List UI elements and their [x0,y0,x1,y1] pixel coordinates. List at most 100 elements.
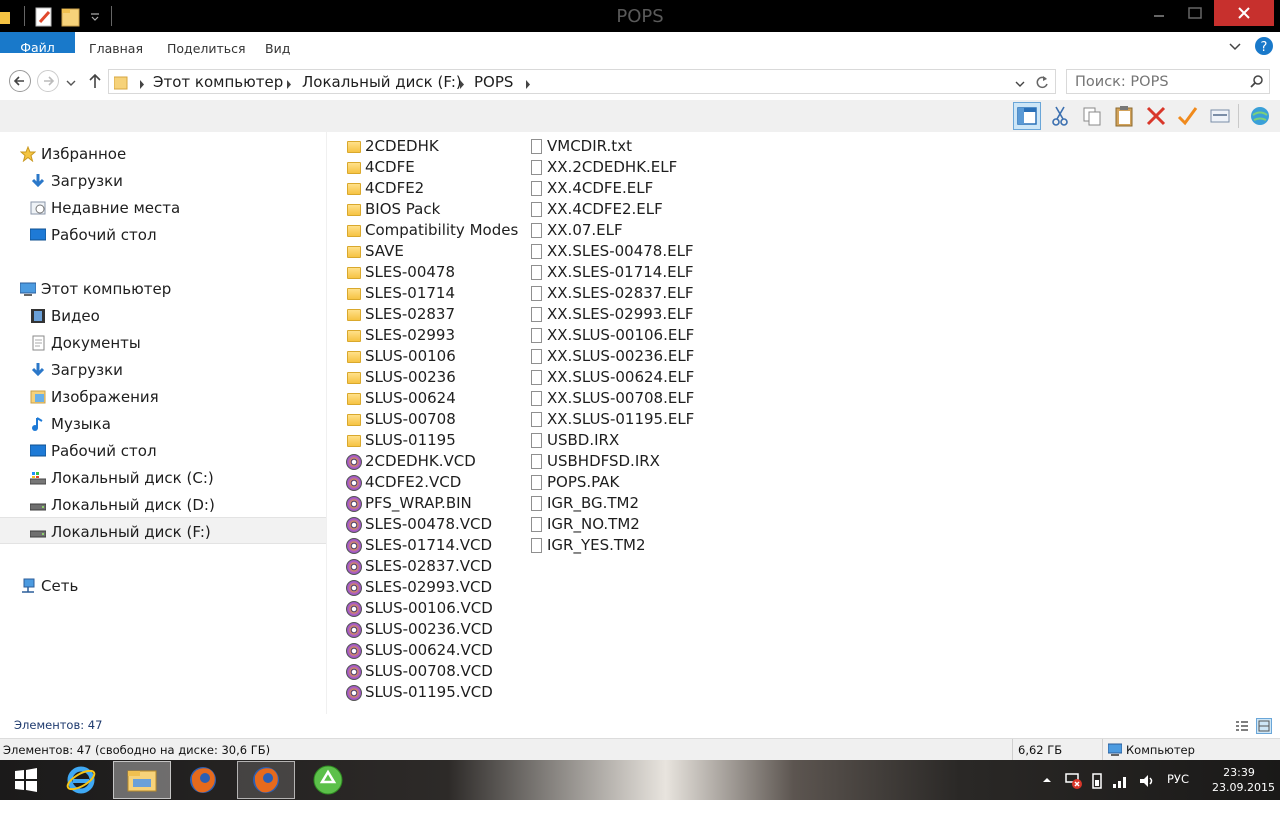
file-icon [531,349,542,364]
disc-image-icon [346,664,362,680]
search-box[interactable] [1066,69,1270,94]
cut-button[interactable] [1046,102,1074,130]
nav-disk-d[interactable]: Локальный диск (D:) [0,491,326,518]
folder-icon [347,288,361,300]
file-name: SLUS-00624.VCD [365,641,493,659]
action-center-icon[interactable] [1064,772,1082,812]
recent-locations-icon[interactable] [66,76,76,86]
download-arrow-icon [30,362,46,378]
breadcrumb-pops[interactable]: POPS [474,73,513,91]
taskbar-internet-explorer[interactable] [52,761,110,799]
tab-share[interactable]: Поделиться [167,32,246,62]
clipboard-icon [1115,106,1133,127]
help-icon[interactable]: ? [1254,36,1274,56]
file-icon [531,160,542,175]
file-name: VMCDIR.txt [547,137,632,155]
details-view-button[interactable] [1235,719,1249,733]
disc-image-icon [346,622,362,638]
taskbar-recycle-app[interactable] [299,761,357,799]
rename-button[interactable] [1173,102,1201,130]
window-title: POPS [616,6,664,27]
nav-desktop-pc[interactable]: Рабочий стол [0,437,326,464]
expand-ribbon-icon[interactable] [1228,40,1242,54]
address-dropdown-icon[interactable] [1015,77,1025,87]
folder-icon [347,267,361,279]
file-name: SLES-02837 [365,305,456,323]
signal-icon[interactable] [1112,772,1130,812]
folder-icon [347,204,361,216]
tab-view[interactable]: Вид [265,32,290,62]
clock[interactable]: 23:39 23.09.2015 [1212,765,1275,805]
folder-icon [347,183,361,195]
drive-icon [29,497,47,513]
nav-videos[interactable]: Видео [0,302,326,329]
taskbar-file-explorer[interactable] [113,761,171,799]
address-bar[interactable]: Этот компьютер Локальный диск (F:) POPS [108,69,1056,94]
nav-pictures[interactable]: Изображения [0,383,326,410]
globe-button[interactable] [1246,102,1274,130]
paste-button[interactable] [1110,102,1138,130]
network-icon [20,578,36,594]
forward-button[interactable] [37,70,59,92]
file-name: SLES-01714.VCD [365,536,493,554]
recent-places-icon [30,200,46,216]
large-icons-view-icon [1258,720,1270,732]
nav-network[interactable]: Сеть [0,572,326,599]
chevron-right-icon[interactable] [459,77,465,89]
star-icon [19,145,37,163]
nav-desktop-fav[interactable]: Рабочий стол [0,221,326,248]
large-icons-view-button[interactable] [1256,718,1272,734]
tab-home[interactable]: Главная [89,32,143,62]
volume-icon[interactable] [1138,772,1156,812]
tab-file[interactable]: Файл [0,32,75,55]
file-icon [531,244,542,259]
maximize-button[interactable] [1178,0,1212,26]
copy-button[interactable] [1078,102,1106,130]
chevron-right-icon[interactable] [286,77,292,89]
close-button[interactable] [1214,0,1274,26]
search-icon[interactable] [1249,74,1265,90]
chevron-right-icon[interactable] [139,77,145,89]
arrow-right-icon [44,76,55,86]
nav-music[interactable]: Музыка [0,410,326,437]
picture-icon [30,389,46,405]
minimize-button[interactable] [1140,0,1178,26]
nav-label: Локальный диск (F:) [51,523,211,541]
nav-downloads[interactable]: Загрузки [0,167,326,194]
nav-downloads-pc[interactable]: Загрузки [0,356,326,383]
search-input[interactable] [1075,72,1245,91]
preview-pane-button[interactable] [1013,102,1041,130]
back-button[interactable] [9,70,31,92]
language-indicator[interactable]: РУС [1167,772,1189,812]
file-list: 2CDEDHK 4CDFE 4CDFE2 BIOS Pack Compatibility… [327,132,1280,714]
file-name: XX.2CDEDHK.ELF [547,158,678,176]
taskbar-firefox-2[interactable] [237,761,295,799]
chevron-right-icon[interactable] [525,77,531,89]
battery-icon[interactable] [1090,772,1104,812]
nav-this-pc[interactable]: Этот компьютер [0,275,326,302]
nav-documents[interactable]: Документы [0,329,326,356]
file-icon [531,265,542,280]
properties-button[interactable] [1206,102,1234,130]
breadcrumb-this-pc[interactable]: Этот компьютер [153,73,283,91]
breadcrumb-disk-f[interactable]: Локальный диск (F:) [302,73,462,91]
file-name: POPS.PAK [547,473,620,491]
refresh-icon[interactable] [1033,73,1051,91]
delete-button[interactable] [1142,102,1170,130]
item-count-bar: Элементов: 47 [0,714,1280,738]
nav-recent-places[interactable]: Недавние места [0,194,326,221]
tray-expand-icon[interactable] [1041,774,1053,814]
nav-favorites[interactable]: Избранное [0,140,326,167]
nav-disk-c[interactable]: Локальный диск (C:) [0,464,326,491]
disc-image-icon [346,496,362,512]
details-view-icon [1236,721,1248,731]
nav-label: Музыка [51,415,111,433]
nav-disk-f[interactable]: Локальный диск (F:) [0,517,326,544]
start-button[interactable] [0,761,52,799]
file-name: 2CDEDHK [365,137,439,155]
desktop-icon [29,227,47,243]
up-button[interactable] [88,72,102,90]
file-icon [531,328,542,343]
taskbar-firefox-1[interactable] [174,761,232,799]
file-name: SLES-00478 [365,263,456,281]
